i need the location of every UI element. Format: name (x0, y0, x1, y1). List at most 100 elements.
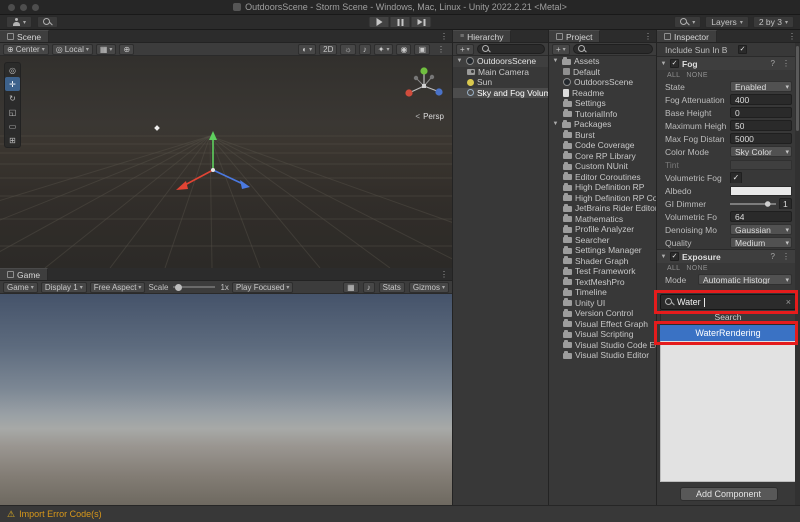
project-package-item[interactable]: Settings Manager (549, 245, 656, 256)
property-value[interactable]: Enabled (730, 81, 792, 92)
project-package-item[interactable]: Visual Effect Graph (549, 319, 656, 330)
snap-button[interactable]: ⊕ (119, 43, 135, 55)
transform-tool-button[interactable]: ⊞ (5, 133, 20, 147)
window-zoom-button[interactable] (32, 4, 39, 11)
clear-search-icon[interactable]: × (786, 297, 791, 307)
include-sun-checkbox[interactable]: ✓ (738, 45, 747, 54)
hidden-objects-button[interactable]: ◉ (396, 43, 412, 55)
scene-audio-button[interactable]: ♪ (358, 43, 371, 55)
project-package-item[interactable]: High Definition RP Co (549, 193, 656, 204)
cloud-services-button[interactable] (37, 16, 59, 28)
rect-tool-button[interactable]: ▭ (5, 119, 20, 133)
project-package-item[interactable]: Version Control (549, 308, 656, 319)
project-asset-item[interactable]: Readme (549, 88, 656, 99)
fog-section-header[interactable]: ▼ ✓ Fog ? ⋮ (657, 56, 795, 70)
hierarchy-scene-root[interactable]: ▼ OutdoorsScene (453, 56, 548, 67)
property-value[interactable] (730, 159, 792, 170)
scale-tool-button[interactable]: ◱ (5, 105, 20, 119)
add-component-button[interactable]: Add Component (679, 487, 778, 501)
property-value[interactable]: 0 (730, 107, 792, 118)
scene-viewport[interactable]: < Persp ◎ ✛ ↻ ◱ ▭ ⊞ (0, 56, 452, 268)
project-add-button[interactable]: + ▾ (552, 43, 570, 55)
layout-dropdown[interactable]: 2 by 3 ▾ (752, 16, 794, 28)
scene-toolbar-menu-icon[interactable]: ⋮ (433, 45, 449, 54)
project-package-item[interactable]: Core RP Library (549, 151, 656, 162)
project-package-item[interactable]: Custom NUnit (549, 161, 656, 172)
game-menu-icon[interactable]: ⋮ (436, 268, 452, 280)
display-dropdown[interactable]: Display 1 ▾ (40, 281, 87, 293)
fog-enabled-checkbox[interactable]: ✓ (670, 59, 679, 68)
project-package-item[interactable]: Visual Studio Editor (549, 350, 656, 361)
orientation-mode-button[interactable]: ◎ Local ▾ (51, 43, 93, 55)
project-asset-item[interactable]: OutdoorsScene (549, 77, 656, 88)
project-package-item[interactable]: Profile Analyzer (549, 224, 656, 235)
tab-hierarchy[interactable]: ≡ Hierarchy (453, 30, 512, 42)
project-asset-item[interactable]: TutorialInfo (549, 109, 656, 120)
aspect-ratio-dropdown[interactable]: Free Aspect ▾ (89, 281, 146, 293)
step-button[interactable] (410, 16, 432, 28)
project-package-item[interactable]: Timeline (549, 287, 656, 298)
pause-button[interactable] (389, 16, 411, 28)
tab-project[interactable]: Project (549, 30, 601, 42)
foldout-open-icon[interactable]: ▼ (456, 58, 463, 64)
collapse-arrow-icon[interactable]: < (415, 112, 420, 121)
help-icon[interactable]: ? (769, 59, 777, 68)
exposure-mode-dropdown[interactable]: Automatic Histogr (698, 274, 792, 285)
project-package-item[interactable]: Test Framework (549, 266, 656, 277)
property-value[interactable]: 50 (730, 120, 792, 131)
none-toggle[interactable]: NONE (686, 72, 707, 79)
property-value[interactable]: Sky Color (730, 146, 792, 157)
scene-lighting-button[interactable]: ☼ (340, 43, 356, 55)
play-focused-dropdown[interactable]: Play Focused ▾ (231, 281, 294, 293)
hierarchy-item[interactable]: Main Camera (453, 67, 548, 78)
all-toggle[interactable]: ALL (667, 72, 680, 79)
tab-scene[interactable]: Scene (0, 30, 50, 42)
tab-inspector[interactable]: Inspector (657, 30, 717, 42)
exposure-section-header[interactable]: ▼ ✓ Exposure ? ⋮ (657, 249, 795, 263)
foldout-open-icon[interactable]: ▼ (552, 58, 559, 64)
property-value[interactable] (730, 172, 792, 183)
kebab-icon[interactable]: ⋮ (780, 252, 792, 261)
gizmos-dropdown[interactable]: Gizmos ▾ (408, 281, 449, 293)
project-package-item[interactable]: Unity UI (549, 298, 656, 309)
game-view-dropdown[interactable]: Game ▾ (3, 281, 38, 293)
project-package-item[interactable]: Code Coverage (549, 140, 656, 151)
property-value[interactable]: 400 (730, 94, 792, 105)
project-package-item[interactable]: TextMeshPro (549, 277, 656, 288)
project-package-item[interactable]: Editor Coroutines (549, 172, 656, 183)
kebab-icon[interactable]: ⋮ (780, 59, 792, 68)
scene-menu-icon[interactable]: ⋮ (436, 30, 452, 42)
rotate-tool-button[interactable]: ↻ (5, 91, 20, 105)
component-search-input[interactable]: Water × (660, 294, 796, 310)
exposure-enabled-checkbox[interactable]: ✓ (670, 252, 679, 261)
project-packages-root[interactable]: ▼ Packages (549, 119, 656, 130)
foldout-open-icon[interactable]: ▼ (660, 254, 667, 260)
hierarchy-item[interactable]: Sun (453, 77, 548, 88)
project-search-input[interactable] (572, 44, 653, 54)
window-controls[interactable] (8, 4, 39, 11)
status-message[interactable]: Import Error Code(s) (19, 509, 102, 519)
foldout-open-icon[interactable]: ▼ (660, 61, 667, 67)
pivot-mode-button[interactable]: ⊕ Center ▾ (3, 43, 49, 55)
window-minimize-button[interactable] (20, 4, 27, 11)
project-package-item[interactable]: Burst (549, 130, 656, 141)
project-asset-item[interactable]: Default (549, 67, 656, 78)
mute-audio-button[interactable]: ♪ (362, 281, 375, 293)
hierarchy-search-input[interactable] (476, 44, 545, 54)
layers-dropdown[interactable]: Layers ▾ (705, 16, 749, 28)
property-value[interactable]: Medium (730, 237, 792, 248)
orientation-gizmo[interactable] (402, 64, 446, 108)
property-value[interactable]: 64 (730, 211, 792, 222)
capture-button[interactable]: ▦ (343, 281, 359, 293)
scene-camera-button[interactable]: ▣ (414, 43, 430, 55)
property-value[interactable]: Gaussian (730, 224, 792, 235)
hierarchy-item[interactable]: Sky and Fog Volume (453, 87, 548, 98)
inspector-scrollbar[interactable] (795, 43, 800, 505)
property-value[interactable] (730, 185, 792, 196)
scale-slider[interactable] (173, 283, 216, 291)
inspector-menu-icon[interactable]: ⋮ (784, 30, 800, 42)
project-package-item[interactable]: Mathematics (549, 214, 656, 225)
property-value[interactable]: 5000 (730, 133, 792, 144)
grid-visibility-button[interactable]: ▦ ▾ (95, 43, 117, 55)
account-button[interactable]: ▾ (6, 16, 33, 28)
